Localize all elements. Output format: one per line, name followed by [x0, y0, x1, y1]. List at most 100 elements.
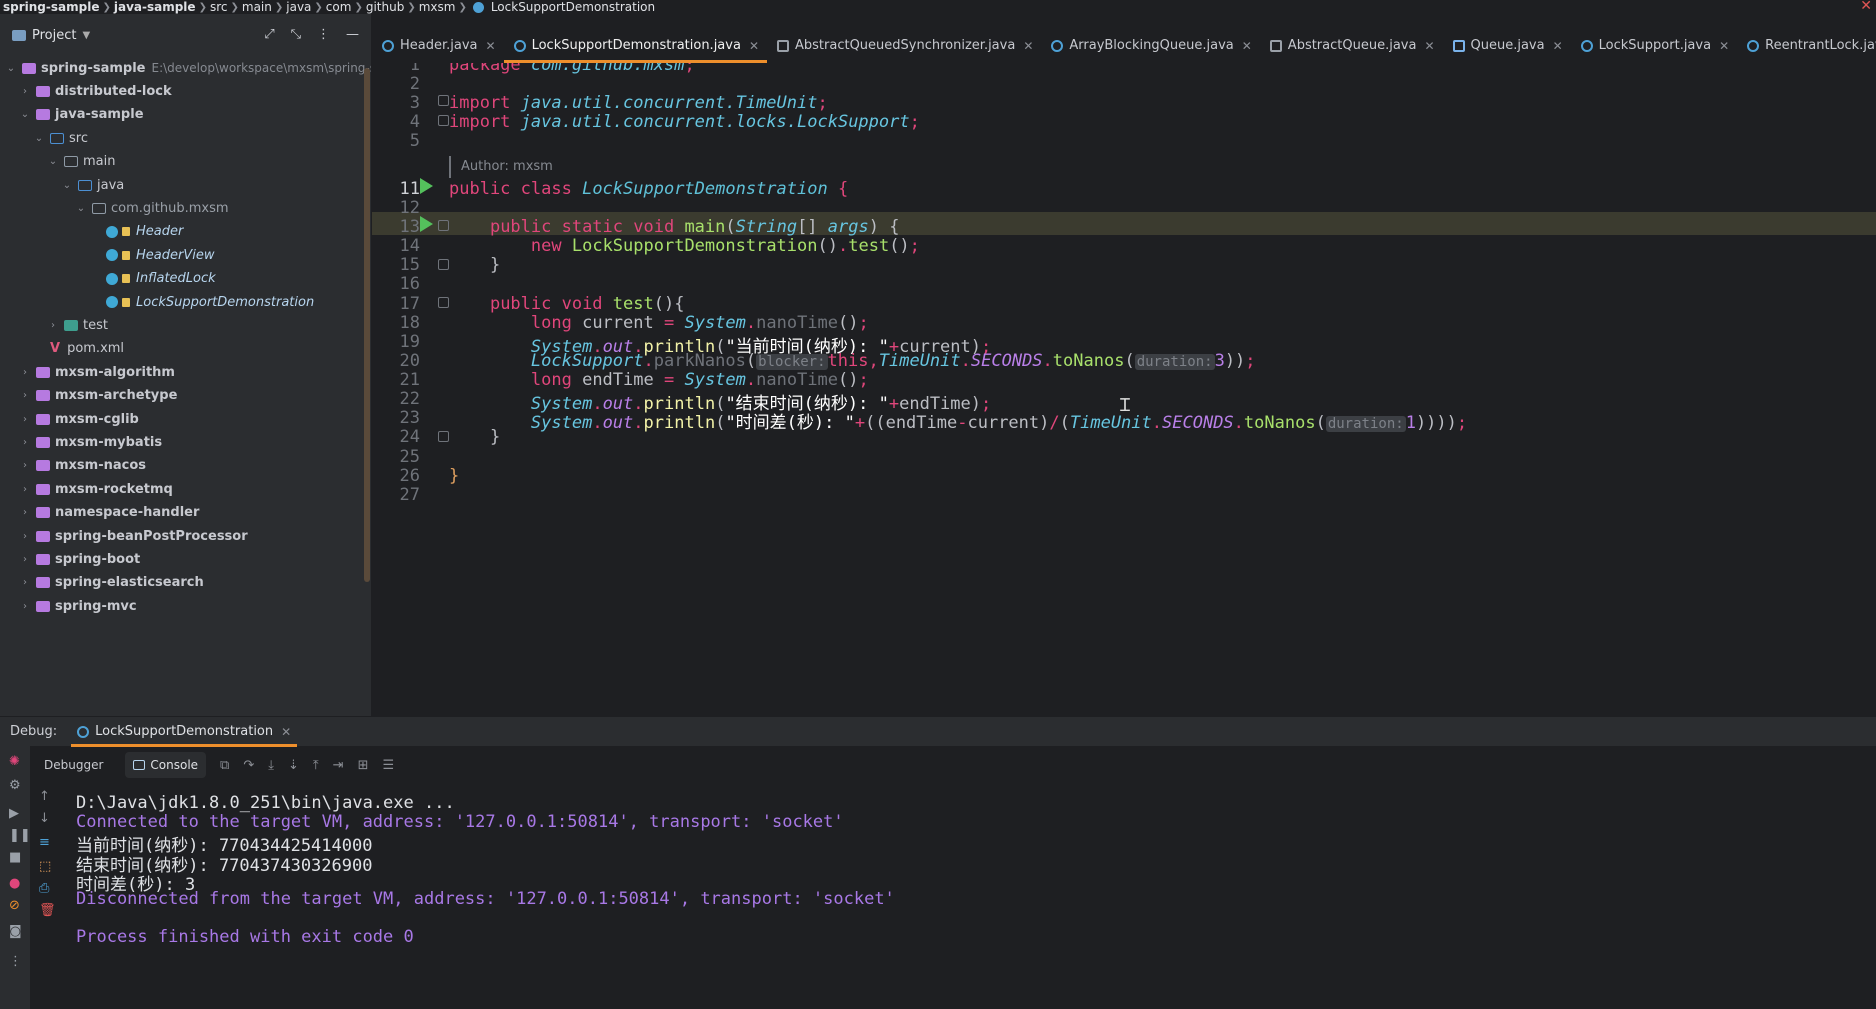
arrow-down-icon[interactable]: ↓ [39, 811, 50, 826]
tree-item-mxsm-algorithm[interactable]: › mxsm-algorithm [18, 360, 175, 384]
chevron-right-icon[interactable]: › [18, 367, 32, 378]
close-icon[interactable]: ✕ [486, 39, 496, 53]
run-gutter-icon[interactable] [420, 216, 433, 232]
tab-console[interactable]: Console [125, 752, 207, 778]
breadcrumb-item[interactable]: com [323, 0, 355, 14]
close-icon[interactable]: ✕ [1424, 39, 1434, 53]
tab-queue-java[interactable]: Queue.java ✕ [1443, 28, 1571, 63]
breadcrumb-item[interactable]: main [239, 0, 275, 14]
chevron-right-icon[interactable]: › [18, 414, 32, 425]
debug-session-tab[interactable]: LockSupportDemonstration ✕ [71, 717, 298, 747]
breadcrumb-item[interactable]: LockSupportDemonstration [488, 0, 658, 14]
resume-icon[interactable]: ▶ [9, 806, 19, 821]
chevron-right-icon[interactable]: › [18, 531, 32, 542]
chevron-right-icon[interactable]: › [18, 554, 32, 565]
more-options-icon[interactable]: ⋮ [317, 27, 330, 42]
tree-item-inflatedlock[interactable]: InflatedLock [88, 267, 216, 291]
close-icon[interactable]: ✕ [1553, 39, 1563, 53]
breakpoints-icon[interactable]: ● [9, 876, 20, 891]
tab-header-java[interactable]: Header.java ✕ [372, 28, 504, 63]
tree-item-spring-boot[interactable]: › spring-boot [18, 547, 140, 571]
collapse-all-icon[interactable]: ⤡ [291, 27, 301, 42]
chevron-right-icon[interactable]: › [18, 507, 32, 518]
chevron-right-icon[interactable]: › [18, 390, 32, 401]
close-icon[interactable]: ✕ [1023, 39, 1033, 53]
tab-locksupport-java[interactable]: LockSupport.java ✕ [1571, 28, 1737, 63]
force-step-into-icon[interactable]: ⇣ [288, 758, 299, 773]
tree-item-spring-elasticsearch[interactable]: › spring-elasticsearch [18, 571, 204, 595]
tree-item-distributed-lock[interactable]: › distributed-lock [18, 79, 172, 103]
camera-icon[interactable]: ◙ [9, 924, 22, 939]
tree-item-src[interactable]: ⌄ src [32, 126, 88, 150]
step-over-icon[interactable]: ↷ [243, 758, 254, 773]
tree-item-mxsm-mybatis[interactable]: › mxsm-mybatis [18, 430, 162, 454]
tab-arrayblockingqueue-java[interactable]: ArrayBlockingQueue.java ✕ [1041, 28, 1259, 63]
arrow-up-icon[interactable]: ↑ [39, 789, 50, 804]
tree-item-main[interactable]: ⌄ main [46, 150, 116, 174]
settings-icon[interactable]: ⚙ [9, 778, 21, 793]
evaluate-expression-icon[interactable]: ⊞ [358, 758, 369, 773]
tab-debugger[interactable]: Debugger [36, 752, 111, 778]
stop-icon[interactable]: ■ [9, 850, 21, 865]
tree-item-mxsm-rocketmq[interactable]: › mxsm-rocketmq [18, 477, 173, 501]
tree-item-locksupportdemonstration[interactable]: LockSupportDemonstration [88, 290, 314, 314]
tree-item-java[interactable]: ⌄ java [60, 173, 124, 197]
fold-icon[interactable] [438, 259, 449, 270]
print-icon[interactable]: ⎙ [39, 881, 49, 896]
console-output[interactable]: D:\Java\jdk1.8.0_251\bin\java.exe ... Con… [64, 783, 1876, 1009]
chevron-down-icon[interactable]: ⌄ [32, 133, 46, 144]
expand-all-icon[interactable]: ⤢ [264, 27, 274, 42]
close-icon[interactable]: ✕ [1719, 39, 1729, 53]
chevron-right-icon[interactable]: › [46, 320, 60, 331]
breadcrumb-item[interactable]: java-sample [111, 0, 199, 14]
fold-icon[interactable] [438, 297, 449, 308]
tree-item-namespace-handler[interactable]: › namespace-handler [18, 501, 199, 525]
tab-abstractqueuedsynchronizer-java[interactable]: AbstractQueuedSynchronizer.java ✕ [767, 28, 1041, 63]
chevron-right-icon[interactable]: › [18, 601, 32, 612]
breadcrumb-item[interactable]: mxsm [416, 0, 459, 14]
fold-icon[interactable] [438, 220, 449, 231]
fold-icon[interactable] [438, 95, 449, 106]
step-out-icon[interactable]: ⤒ [313, 758, 319, 773]
step-into-icon[interactable]: ⤓ [268, 758, 274, 773]
run-to-cursor-icon[interactable]: ⇥ [333, 758, 344, 773]
close-icon[interactable]: ✕ [749, 39, 759, 53]
vertical-scrollbar[interactable] [364, 68, 370, 582]
rerun-icon[interactable]: ✺ [9, 754, 20, 769]
scroll-to-end-icon[interactable]: ⬚ [39, 859, 51, 874]
tree-item-com-github-mxsm[interactable]: ⌄ com.github.mxsm [74, 196, 229, 220]
close-icon[interactable]: ✕ [1860, 0, 1872, 14]
tree-item-pom-xml[interactable]: Vpom.xml [32, 337, 124, 361]
more-options-icon[interactable]: ⋮ [9, 954, 22, 969]
tree-item-mxsm-archetype[interactable]: › mxsm-archetype [18, 384, 177, 408]
breadcrumb-item[interactable]: src [207, 0, 231, 14]
code-editor[interactable]: 1 2 3 4 5 11 12 13 14 15 16 17 18 19 20 21 22 23 24 25 26 27 … [372, 63, 1876, 716]
tab-abstractqueue-java[interactable]: AbstractQueue.java ✕ [1260, 28, 1443, 63]
tree-item-spring-mvc[interactable]: › spring-mvc [18, 594, 137, 618]
tab-locksupportdemonstration-java[interactable]: LockSupportDemonstration.java ✕ [503, 28, 768, 63]
fold-icon[interactable] [438, 115, 449, 126]
tree-item-java-sample[interactable]: ⌄ java-sample [18, 103, 144, 127]
close-icon[interactable]: ✕ [1242, 39, 1252, 53]
chevron-down-icon[interactable]: ⌄ [60, 180, 74, 191]
chevron-right-icon[interactable]: › [18, 577, 32, 588]
trash-icon[interactable]: 🗑 [39, 903, 56, 918]
chevron-down-icon[interactable]: ⌄ [18, 109, 32, 120]
chevron-down-icon[interactable]: ⌄ [4, 63, 18, 74]
chevron-down-icon[interactable]: ⌄ [74, 203, 88, 214]
breadcrumb-item[interactable]: spring-sample [0, 0, 102, 14]
tree-item-spring-beanpostprocessor[interactable]: › spring-beanPostProcessor [18, 524, 248, 548]
fold-icon[interactable] [438, 431, 449, 442]
tree-item-mxsm-nacos[interactable]: › mxsm-nacos [18, 454, 146, 478]
chevron-right-icon[interactable]: › [18, 437, 32, 448]
chevron-down-icon[interactable]: ⌄ [46, 156, 60, 167]
chevron-right-icon[interactable]: › [18, 484, 32, 495]
soft-wrap-icon[interactable]: ≡ [39, 835, 50, 850]
chevron-right-icon[interactable]: › [18, 460, 32, 471]
close-icon[interactable]: ✕ [281, 725, 291, 739]
chevron-right-icon[interactable]: › [18, 86, 32, 97]
breadcrumb-item[interactable]: github [363, 0, 407, 14]
run-gutter-icon[interactable] [420, 178, 433, 194]
pause-icon[interactable]: ❚❚ [9, 828, 31, 843]
restore-layout-icon[interactable]: ⧉ [220, 758, 229, 773]
